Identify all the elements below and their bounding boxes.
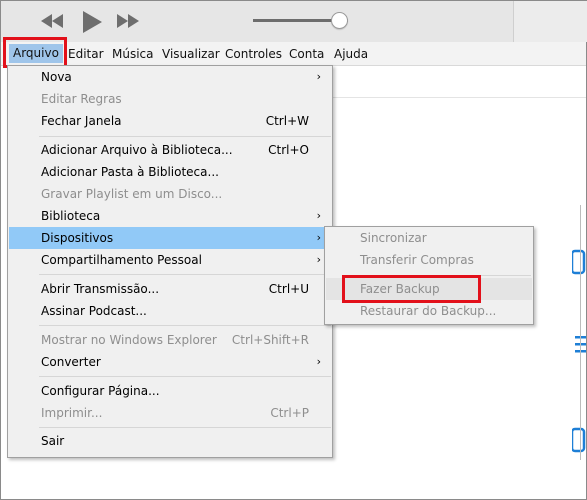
menu-separator [39, 325, 331, 326]
menu-item-adicionar-pasta[interactable]: Adicionar Pasta à Biblioteca... [9, 161, 331, 183]
menu-item-abrir-transmissao[interactable]: Abrir Transmissão... Ctrl+U [9, 278, 331, 300]
menu-item-shortcut: Ctrl+O [268, 143, 309, 157]
volume-level [253, 19, 339, 22]
rewind-icon[interactable] [41, 14, 63, 28]
chevron-right-icon: › [316, 253, 321, 266]
submenu-item-sincronizar[interactable]: Sincronizar [326, 227, 532, 249]
chevron-right-icon: › [316, 70, 321, 83]
menu-item-label: Adicionar Arquivo à Biblioteca... [41, 143, 233, 157]
menu-item-label: Sair [41, 434, 65, 448]
menu-item-label: Fechar Janela [41, 114, 122, 128]
menu-item-label: Nova [41, 70, 72, 84]
chevron-right-icon: › [316, 209, 321, 222]
menu-musica[interactable]: Música [112, 46, 154, 62]
volume-knob[interactable] [330, 12, 348, 29]
menu-item-label: Adicionar Pasta à Biblioteca... [41, 165, 219, 179]
menu-item-label: Assinar Podcast... [41, 304, 147, 318]
menu-item-nova[interactable]: Nova › [9, 66, 331, 88]
menu-item-fechar-janela[interactable]: Fechar Janela Ctrl+W [9, 110, 331, 132]
menu-item-label: Abrir Transmissão... [41, 282, 160, 296]
chevron-right-icon: › [316, 231, 321, 244]
chevron-right-icon: › [316, 355, 321, 368]
menu-visualizar[interactable]: Visualizar [162, 46, 220, 62]
highlight-box-fazer-backup [342, 275, 481, 303]
menu-bar: Arquivo Editar Música Visualizar Control… [1, 42, 586, 66]
content-divider [330, 97, 586, 98]
menu-item-label: Converter [41, 355, 101, 369]
menu-item-editar-regras[interactable]: Editar Regras [9, 88, 331, 110]
file-menu-dropdown: Nova › Editar Regras Fechar Janela Ctrl+… [7, 65, 333, 458]
menu-item-shortcut: Ctrl+U [268, 282, 309, 296]
menu-item-biblioteca[interactable]: Biblioteca › [9, 205, 331, 227]
menu-item-label: Editar Regras [41, 92, 122, 106]
submenu-item-label: Transferir Compras [360, 253, 474, 267]
menu-editar[interactable]: Editar [68, 46, 104, 62]
submenu-item-restaurar-backup[interactable]: Restaurar do Backup... [326, 300, 532, 322]
menu-item-adicionar-arquivo[interactable]: Adicionar Arquivo à Biblioteca... Ctrl+O [9, 139, 331, 161]
highlight-box-arquivo [3, 37, 67, 68]
menu-item-assinar-podcast[interactable]: Assinar Podcast... [9, 300, 331, 322]
menu-controles[interactable]: Controles [225, 46, 282, 62]
menu-item-imprimir[interactable]: Imprimir... Ctrl+P [9, 402, 331, 424]
menu-item-label: Configurar Página... [41, 384, 160, 398]
menu-separator [39, 274, 331, 275]
fast-forward-icon[interactable] [117, 14, 139, 28]
play-icon[interactable] [81, 11, 103, 33]
submenu-item-label: Sincronizar [360, 231, 427, 245]
submenu-item-transferir-compras[interactable]: Transferir Compras [326, 249, 532, 271]
menu-separator [39, 427, 331, 428]
menu-separator [39, 376, 331, 377]
toolbar-right-area [513, 1, 587, 42]
menu-item-configurar-pagina[interactable]: Configurar Página... [9, 380, 331, 402]
content-edge-line [580, 205, 581, 460]
menu-item-sair[interactable]: Sair [9, 430, 331, 452]
menu-item-label: Dispositivos [41, 231, 114, 245]
menu-item-shortcut: Ctrl+W [265, 114, 309, 128]
menu-item-label: Compartilhamento Pessoal [41, 253, 202, 267]
menu-item-gravar-playlist[interactable]: Gravar Playlist em um Disco... [9, 183, 331, 205]
menu-item-converter[interactable]: Converter › [9, 351, 331, 373]
menu-ajuda[interactable]: Ajuda [334, 46, 368, 62]
menu-item-label: Gravar Playlist em um Disco... [41, 187, 223, 201]
menu-item-shortcut: Ctrl+P [270, 406, 309, 420]
menu-item-label: Imprimir... [41, 406, 103, 420]
menu-separator [39, 136, 331, 137]
menu-item-label: Mostrar no Windows Explorer [41, 333, 217, 347]
menu-item-label: Biblioteca [41, 209, 101, 223]
menu-item-compartilhamento[interactable]: Compartilhamento Pessoal › [9, 249, 331, 271]
side-icons [572, 249, 586, 453]
menu-item-shortcut: Ctrl+Shift+R [231, 333, 309, 347]
menu-item-dispositivos[interactable]: Dispositivos › [9, 227, 331, 249]
submenu-item-label: Restaurar do Backup... [360, 304, 497, 318]
menu-item-mostrar-explorer[interactable]: Mostrar no Windows Explorer Ctrl+Shift+R [9, 329, 331, 351]
menu-conta[interactable]: Conta [289, 46, 324, 62]
